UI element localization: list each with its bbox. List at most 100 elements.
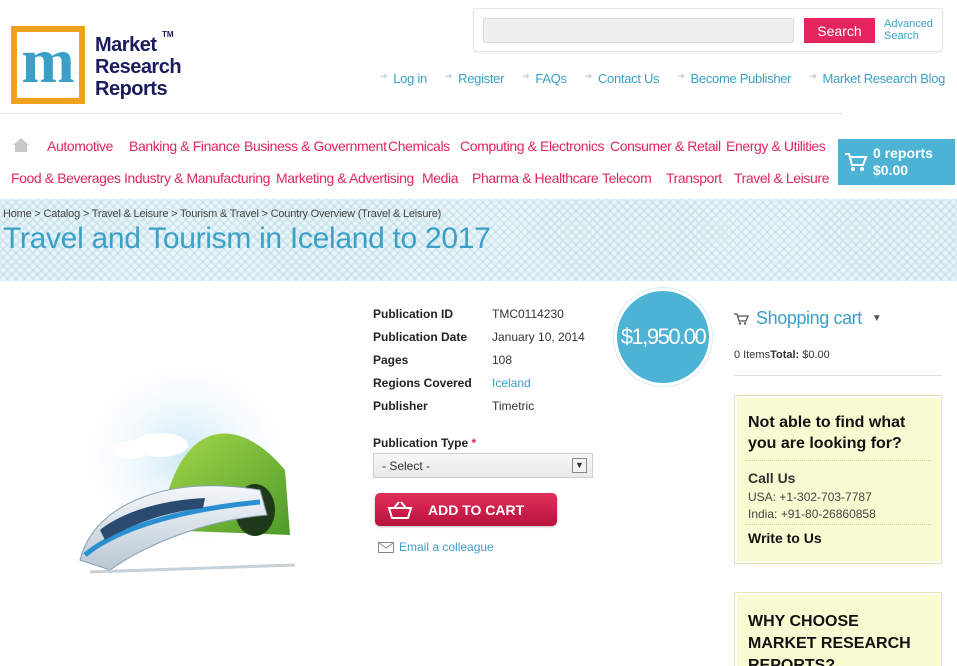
train-tunnel-image <box>65 350 305 574</box>
category-banking-finance[interactable]: Banking & Finance <box>129 138 240 154</box>
publication-date-value: January 10, 2014 <box>492 330 585 344</box>
advanced-search-link[interactable]: Advanced Search <box>884 18 933 42</box>
login-link[interactable]: Log in <box>393 71 427 86</box>
arrow-icon: ➔ <box>584 71 593 81</box>
breadcrumb-tourism-travel[interactable]: Tourism & Travel <box>180 208 259 220</box>
blog-link[interactable]: Market Research Blog <box>822 71 945 86</box>
arrow-icon: ➔ <box>677 71 685 81</box>
breadcrumb-separator: > <box>168 208 180 220</box>
search-bar: Search Advanced Search <box>473 8 943 52</box>
trademark-mark: TM <box>162 30 174 39</box>
breadcrumb-catalog[interactable]: Catalog <box>43 208 80 220</box>
detail-label: Regions Covered <box>373 376 472 390</box>
breadcrumb-country-overview[interactable]: Country Overview (Travel & Leisure) <box>271 208 442 220</box>
cart-total: $0.00 <box>873 162 909 178</box>
category-pharma-healthcare[interactable]: Pharma & Healthcare <box>472 170 599 186</box>
advanced-search-line: Advanced <box>884 18 933 30</box>
arrow-icon: ➔ <box>380 71 388 81</box>
logo-letter: m <box>21 25 75 96</box>
cart-items-count: 0 Items <box>734 349 771 361</box>
detail-label: Publication Date <box>373 330 468 344</box>
category-consumer-retail[interactable]: Consumer & Retail <box>610 138 721 154</box>
breadcrumb-separator: > <box>31 208 44 220</box>
category-media[interactable]: Media <box>422 170 459 186</box>
email-colleague-label: Email a colleague <box>399 540 494 554</box>
breadcrumb-travel-leisure[interactable]: Travel & Leisure <box>92 208 169 220</box>
cart-summary: 0 ItemsTotal: $0.00 <box>734 349 830 361</box>
shopping-cart-title: Shopping cart <box>756 308 862 328</box>
contact-us-link[interactable]: Contact Us <box>598 71 660 86</box>
detail-row: Publisher Timetric <box>373 399 534 413</box>
detail-label: Publisher <box>373 399 428 413</box>
category-travel-leisure[interactable]: Travel & Leisure <box>734 170 829 186</box>
publication-type-text: Publication Type <box>373 436 469 450</box>
call-us-heading: Call Us <box>748 470 796 486</box>
advanced-search-line: Search <box>884 30 919 42</box>
detail-row: Regions Covered Iceland <box>373 376 531 390</box>
category-business-government[interactable]: Business & Government <box>244 138 387 154</box>
category-chemicals[interactable]: Chemicals <box>388 138 450 154</box>
publisher-value: Timetric <box>492 399 535 413</box>
email-colleague-link[interactable]: Email a colleague <box>378 540 494 554</box>
category-automotive[interactable]: Automotive <box>47 138 113 154</box>
caret-down-icon[interactable]: ▼ <box>872 313 882 324</box>
cart-reports-count: 0 reports <box>873 145 933 161</box>
select-value: - Select - <box>382 459 431 473</box>
arrow-icon: ➔ <box>522 71 530 81</box>
category-computing-electronics[interactable]: Computing & Electronics <box>460 138 604 154</box>
help-title: Not able to find what you are looking fo… <box>748 414 906 452</box>
write-to-us-link[interactable]: Write to Us <box>748 530 822 546</box>
shopping-cart-heading[interactable]: Shopping cart ▼ <box>734 308 882 329</box>
logo[interactable]: m <box>11 26 85 104</box>
breadcrumb-separator: > <box>258 208 271 220</box>
add-to-cart-label: ADD TO CART <box>428 501 525 518</box>
category-marketing-advertising[interactable]: Marketing & Advertising <box>276 170 414 186</box>
add-to-cart-button[interactable]: ADD TO CART <box>375 493 557 526</box>
basket-icon <box>387 500 413 519</box>
detail-row: Publication Date January 10, 2014 <box>373 330 585 344</box>
top-nav: ➔ Log in ➔ Register ➔ FAQs ➔ Contact Us ➔ Bec… <box>380 71 945 86</box>
required-marker: * <box>471 436 477 450</box>
why-choose-title: WHY CHOOSE MARKET RESEARCH REPORTS? <box>748 613 911 666</box>
sidebar-divider <box>734 375 942 376</box>
faqs-link[interactable]: FAQs <box>535 71 567 86</box>
home-icon[interactable] <box>12 137 30 153</box>
header-cart[interactable]: 0 reports $0.00 <box>838 139 955 185</box>
category-industry-manufacturing[interactable]: Industry & Manufacturing <box>124 170 270 186</box>
pages-value: 108 <box>492 353 513 367</box>
detail-label: Pages <box>373 353 409 367</box>
help-divider <box>745 524 931 525</box>
become-publisher-link[interactable]: Become Publisher <box>691 71 792 86</box>
usa-phone[interactable]: USA: +1-302-703-7787 <box>748 490 872 504</box>
regions-covered-link[interactable]: Iceland <box>492 376 531 390</box>
category-energy-utilities[interactable]: Energy & Utilities <box>726 138 826 154</box>
detail-row: Pages 108 <box>373 353 512 367</box>
cart-icon <box>845 153 868 171</box>
category-telecom[interactable]: Telecom <box>602 170 652 186</box>
india-phone[interactable]: India: +91-80-26860858 <box>748 507 876 521</box>
logo-wordmark[interactable]: Market Research Reports <box>95 34 182 100</box>
why-choose-box: WHY CHOOSE MARKET RESEARCH REPORTS? <box>734 592 942 666</box>
arrow-icon: ➔ <box>809 71 817 81</box>
register-link[interactable]: Register <box>458 71 504 86</box>
category-transport[interactable]: Transport <box>666 170 722 186</box>
cart-icon <box>734 312 749 325</box>
logo-line: Reports <box>95 78 168 100</box>
category-food-beverages[interactable]: Food & Beverages <box>11 170 121 186</box>
breadcrumb-separator: > <box>80 208 92 220</box>
breadcrumb-home[interactable]: Home <box>3 208 32 220</box>
help-box: Not able to find what you are looking fo… <box>734 395 942 564</box>
header-divider <box>0 113 843 114</box>
page-title: Travel and Tourism in Iceland to 2017 <box>3 222 491 255</box>
search-input[interactable] <box>483 18 794 43</box>
search-button[interactable]: Search <box>804 18 875 43</box>
logo-line: Research <box>95 56 182 78</box>
publication-type-select[interactable]: - Select - ▼ <box>373 453 593 478</box>
publication-type-label: Publication Type * <box>373 436 476 450</box>
envelope-icon <box>378 541 394 553</box>
detail-label: Publication ID <box>373 307 454 321</box>
breadcrumb: Home > Catalog > Travel & Leisure > Tour… <box>3 208 441 220</box>
chevron-down-icon: ▼ <box>572 458 587 473</box>
arrow-icon: ➔ <box>444 71 453 81</box>
cart-total-label: Total: <box>770 349 800 361</box>
